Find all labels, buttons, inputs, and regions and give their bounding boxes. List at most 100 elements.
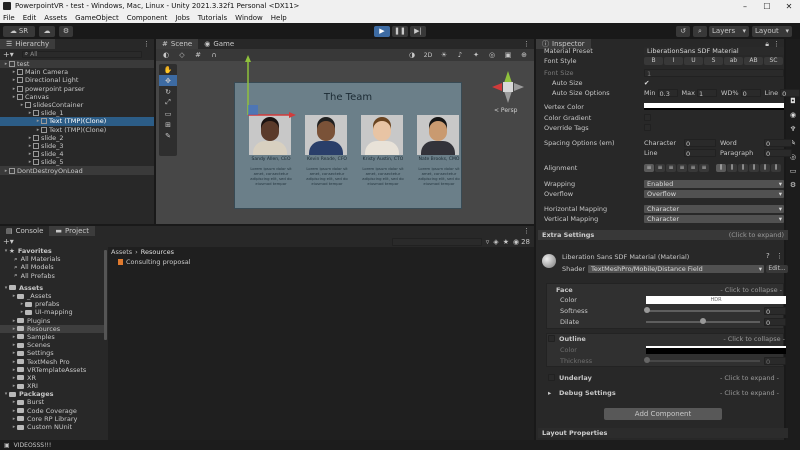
close-icon[interactable]: ✕ [778, 2, 800, 11]
hierarchy-item[interactable]: ▸ Directional Light [0, 76, 154, 84]
team-member-card[interactable]: Kristy Austin, CTO Lorem ipsum dolor sit … [357, 115, 409, 186]
hierarchy-item[interactable]: ▸ slide_3 [0, 142, 154, 150]
folder-item[interactable]: ▸ XRI [0, 382, 106, 390]
softness-slider[interactable] [644, 306, 760, 313]
thickness-field[interactable]: 0 [764, 356, 786, 366]
persp-label[interactable]: < Persp [494, 107, 517, 114]
tree-section-header[interactable]: ▾ Packages [0, 390, 106, 398]
hierarchy-item[interactable]: ▸ DontDestroyOnLoad [0, 166, 154, 175]
vertex-color-swatch[interactable] [644, 103, 784, 110]
menu-assets[interactable]: Assets [44, 14, 67, 22]
slider-handle[interactable] [644, 306, 650, 313]
history-button[interactable]: ↺ [676, 25, 690, 37]
snap-button[interactable]: ∩ [207, 50, 221, 60]
scene-orientation-gizmo[interactable]: < Persp [486, 69, 530, 117]
max-size-field[interactable]: 1 [697, 88, 717, 98]
outline-color-swatch[interactable] [646, 345, 786, 354]
minimize-icon[interactable]: – [734, 2, 756, 11]
align-middle-icon[interactable]: ⫼ [727, 163, 737, 172]
more-options-icon[interactable]: ⋮ [523, 40, 530, 48]
hierarchy-item[interactable]: ▸ Text (TMP)(Clone) [0, 117, 154, 126]
star-icon[interactable]: ★ [503, 238, 509, 246]
folder-item[interactable]: ▸ Code Coverage [0, 407, 106, 415]
hierarchy-item[interactable]: ▸ Main Camera [0, 68, 154, 76]
play-button[interactable]: ▶ [374, 25, 390, 37]
font-style-button[interactable]: S [704, 56, 723, 65]
menu-file[interactable]: File [3, 14, 15, 22]
camera-button[interactable]: ▣ [501, 50, 515, 60]
hidden-objects-toggle[interactable]: ◎ [485, 50, 499, 60]
file-item[interactable]: Consulting proposal [108, 257, 534, 266]
dilate-slider[interactable] [646, 317, 760, 324]
horizontal-mapping-dropdown[interactable]: Character ▾ [644, 204, 784, 213]
folder-item[interactable]: ▸ _Assets [0, 292, 106, 300]
font-style-button[interactable]: AB [744, 56, 763, 65]
folder-item[interactable]: ▸ Custom NUnit [0, 423, 106, 431]
help-icon[interactable]: ? [766, 252, 770, 260]
maximize-icon[interactable]: ☐ [756, 2, 778, 11]
rect-tool-icon[interactable]: ▭ [159, 108, 177, 119]
font-style-button[interactable]: ab [724, 56, 743, 65]
tree-section-header[interactable]: ▾ Assets [0, 284, 106, 292]
folder-item[interactable]: ▸ Plugins [0, 317, 106, 325]
gizmos-button[interactable]: ⊕ [517, 50, 531, 60]
overflow-dropdown[interactable]: Overflow ▾ [644, 189, 784, 198]
camera-icon[interactable]: ◘ [786, 97, 800, 105]
face-header[interactable]: Face - Click to collapse - [556, 285, 782, 294]
microphone-icon[interactable]: ♆ [786, 125, 800, 133]
underlay-header[interactable]: Underlay - Click to expand - [548, 373, 782, 382]
transform-tool-icon[interactable]: ⊞ [159, 119, 177, 130]
hierarchy-item[interactable]: ▸ slide_2 [0, 134, 154, 142]
hierarchy-search-input[interactable]: ⌕ All [21, 50, 142, 58]
grid-button[interactable]: # [191, 50, 205, 60]
shader-dropdown[interactable]: TextMeshPro/Mobile/Distance Field ▾ [588, 264, 764, 273]
collab-button[interactable]: ⚙ [59, 25, 73, 37]
outline-header[interactable]: Outline - Click to collapse - [548, 334, 785, 343]
folder-item[interactable]: ▸ Scenes [0, 341, 106, 349]
align-capline-icon[interactable]: ⫼ [771, 163, 781, 172]
project-tree-scrollbar[interactable] [104, 250, 107, 340]
hierarchy-item[interactable]: ▸ Text (TMP)(Clone) [0, 126, 154, 134]
align-justify-icon[interactable]: ≡ [677, 163, 687, 172]
dilate-field[interactable]: 0 [764, 317, 786, 327]
tab-project[interactable]: ▬ Project [49, 226, 95, 236]
folder-item[interactable]: ▸ VRTemplateAssets [0, 366, 106, 374]
font-style-button[interactable]: SC [764, 56, 783, 65]
menu-tutorials[interactable]: Tutorials [198, 14, 227, 22]
character-spacing-field[interactable]: 0 [684, 138, 716, 148]
more-options-icon[interactable]: ⋮ [143, 40, 150, 48]
cloud-services-button[interactable]: ☁ [39, 25, 55, 37]
draw-mode-button[interactable]: ◐ [159, 50, 173, 60]
search-button[interactable]: ⌕ [693, 25, 707, 37]
audio-toggle[interactable]: ♪ [453, 50, 467, 60]
layout-properties-header[interactable]: Layout Properties [538, 428, 788, 438]
font-style-button[interactable]: B [644, 56, 663, 65]
project-search-input[interactable] [391, 237, 482, 246]
add-component-button[interactable]: Add Component [604, 408, 722, 420]
material-preset-dropdown[interactable]: LiberationSans SDF Material [644, 46, 784, 55]
hierarchy-item[interactable]: ▸ test [0, 60, 154, 69]
scale-tool-icon[interactable]: ⤢ [159, 97, 177, 108]
filter-icon[interactable]: ▿ [486, 238, 490, 246]
add-icon[interactable]: +▾ [3, 237, 14, 246]
menu-window[interactable]: Window [235, 14, 263, 22]
transform-handle-icon[interactable] [236, 53, 306, 133]
2d-toggle[interactable]: 2D [421, 50, 435, 60]
menu-gameobject[interactable]: GameObject [75, 14, 119, 22]
hierarchy-item[interactable]: ▸ powerpoint parser [0, 85, 154, 93]
tab-hierarchy[interactable]: ☰ Hierarchy [0, 39, 56, 49]
layers-dropdown[interactable]: Layers ▾ [709, 25, 749, 37]
menu-component[interactable]: Component [127, 14, 168, 22]
favorite-item[interactable]: ⌕ All Prefabs [0, 271, 106, 280]
tab-console[interactable]: ▤ Console [0, 226, 50, 236]
menu-help[interactable]: Help [271, 14, 287, 22]
folder-item[interactable]: ▸ Burst [0, 398, 106, 406]
menu-jobs[interactable]: Jobs [175, 14, 189, 22]
thickness-slider[interactable] [644, 356, 760, 363]
line-spacing-field[interactable]: 0 [684, 148, 716, 158]
breadcrumb-resources[interactable]: Resources [141, 248, 174, 256]
shading-button[interactable]: ◑ [405, 50, 419, 60]
eye-icon[interactable]: ◉ [513, 238, 519, 246]
slider-handle[interactable] [644, 356, 650, 363]
move-tool-icon[interactable]: ✥ [159, 75, 177, 86]
